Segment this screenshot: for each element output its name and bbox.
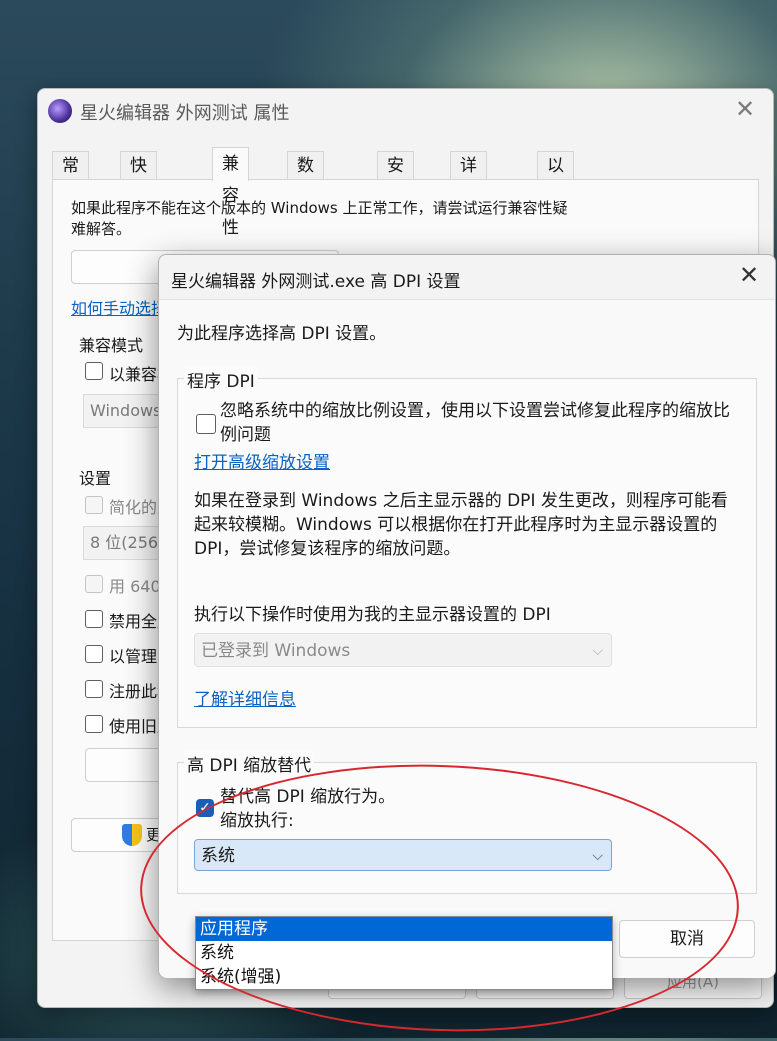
ignore-scaling-checkbox[interactable] bbox=[196, 414, 216, 434]
scaling-mode-select[interactable]: 系统 ⌵ bbox=[194, 839, 612, 871]
chevron-down-icon: ⌵ bbox=[592, 643, 603, 659]
shield-icon bbox=[122, 824, 142, 846]
scaling-performed-label: 缩放执行: bbox=[220, 811, 294, 831]
program-dpi-group: 程序 DPI 忽略系统中的缩放比例设置，使用以下设置尝试修复此程序的缩放比例问题… bbox=[177, 367, 757, 728]
dpi-dialog-body: 为此程序选择高 DPI 设置。 程序 DPI 忽略系统中的缩放比例设置，使用以下… bbox=[159, 299, 775, 990]
dpi-override-legend: 高 DPI 缩放替代 bbox=[184, 751, 315, 776]
res-640-checkbox[interactable] bbox=[85, 575, 103, 593]
learn-more-link[interactable]: 了解详细信息 bbox=[194, 685, 296, 710]
scaling-mode-dropdown: 应用程序 系统 系统(增强) bbox=[195, 916, 613, 990]
dpi-header-text: 为此程序选择高 DPI 设置。 bbox=[177, 324, 387, 344]
legacy-icm-checkbox[interactable] bbox=[85, 715, 103, 733]
close-icon[interactable]: ✕ bbox=[731, 95, 759, 123]
dpi-cancel-button[interactable]: 取消 bbox=[619, 920, 755, 958]
compat-intro-text: 如果此程序不能在这个版本的 Windows 上正常工作，请尝试运行兼容性疑难解答… bbox=[71, 199, 568, 238]
use-dpi-select-value: 已登录到 Windows bbox=[201, 641, 351, 661]
tab-general[interactable]: 常规 bbox=[52, 151, 89, 204]
tab-security[interactable]: 安全 bbox=[377, 151, 414, 204]
compat-mode-label: 兼容模式 bbox=[79, 336, 144, 355]
tab-digital-signature[interactable]: 数字签名 bbox=[287, 151, 324, 260]
compat-mode-checkbox[interactable] bbox=[85, 362, 103, 380]
option-system-enhanced[interactable]: 系统(增强) bbox=[196, 965, 612, 989]
override-scaling-label: 替代高 DPI 缩放行为。 bbox=[220, 787, 396, 807]
settings-label: 设置 bbox=[79, 469, 112, 488]
run-as-admin-checkbox[interactable] bbox=[85, 645, 103, 663]
high-dpi-settings-dialog: 星火编辑器 外网测试.exe 高 DPI 设置 ✕ 为此程序选择高 DPI 设置… bbox=[158, 254, 776, 990]
dpi-dialog-title: 星火编辑器 外网测试.exe 高 DPI 设置 bbox=[171, 272, 461, 292]
tab-compatibility[interactable]: 兼容性 bbox=[212, 147, 249, 238]
properties-window-title: 星火编辑器 外网测试 属性 bbox=[80, 103, 290, 124]
option-application[interactable]: 应用程序 bbox=[196, 917, 612, 941]
tab-details[interactable]: 详细信息 bbox=[450, 151, 487, 260]
app-icon bbox=[48, 99, 72, 123]
reduced-color-checkbox[interactable] bbox=[85, 496, 103, 514]
tab-shortcut[interactable]: 快捷方式 bbox=[120, 151, 157, 260]
use-dpi-select: 已登录到 Windows ⌵ bbox=[194, 633, 612, 667]
tab-previous-versions[interactable]: 以前的版本 bbox=[537, 151, 574, 288]
option-system[interactable]: 系统 bbox=[196, 941, 612, 965]
chevron-down-icon: ⌵ bbox=[592, 848, 603, 864]
dpi-override-group: 高 DPI 缩放替代 ✓ 替代高 DPI 缩放行为。 缩放执行: 系统 ⌵ bbox=[177, 751, 757, 894]
dpi-cancel-label: 取消 bbox=[670, 929, 704, 949]
dpi-close-icon[interactable]: ✕ bbox=[735, 261, 763, 289]
disable-fullscreen-checkbox[interactable] bbox=[85, 610, 103, 628]
ignore-scaling-label: 忽略系统中的缩放比例设置，使用以下设置尝试修复此程序的缩放比例问题 bbox=[220, 401, 730, 445]
use-dpi-label: 执行以下操作时使用为我的主显示器设置的 DPI bbox=[194, 605, 551, 625]
register-restart-checkbox[interactable] bbox=[85, 680, 103, 698]
scaling-mode-value: 系统 bbox=[201, 846, 235, 866]
res-640-label: 用 640 bbox=[109, 577, 161, 596]
advanced-scaling-link[interactable]: 打开高级缩放设置 bbox=[194, 448, 330, 473]
override-scaling-checkbox[interactable]: ✓ bbox=[196, 799, 214, 817]
manual-compat-link[interactable]: 如何手动选择 bbox=[71, 295, 167, 319]
program-dpi-legend: 程序 DPI bbox=[184, 367, 258, 392]
dpi-description: 如果在登录到 Windows 之后主显示器的 DPI 发生更改，则程序可能看起来… bbox=[194, 491, 728, 559]
